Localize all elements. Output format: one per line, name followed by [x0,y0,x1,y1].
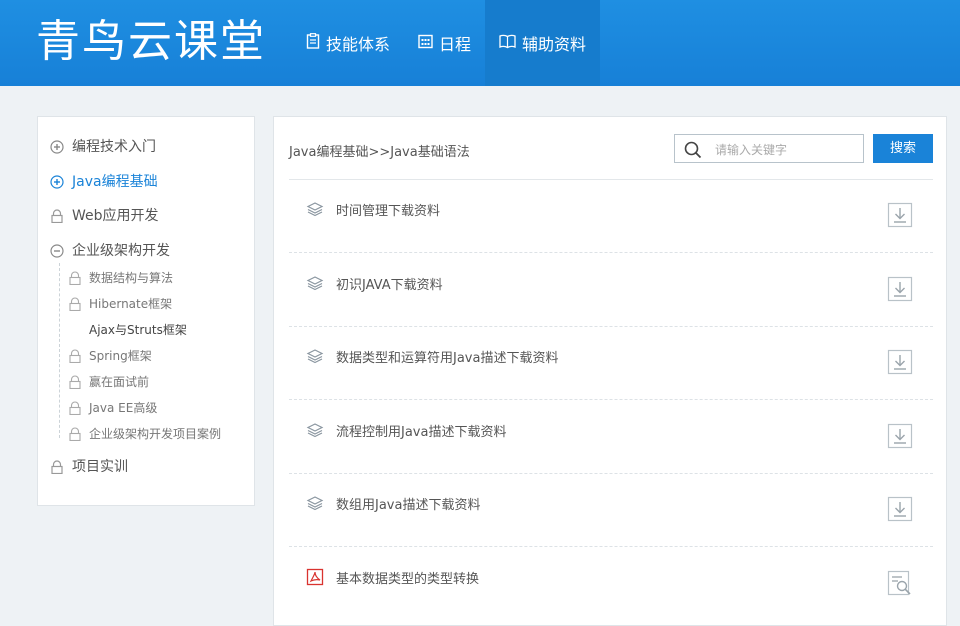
layers-icon [306,421,324,439]
breadcrumb: Java编程基础>>Java基础语法 [289,145,470,160]
layers-icon [306,274,324,292]
sidebar-item-label: Spring框架 [89,348,152,363]
sidebar-item-label: Ajax与Struts框架 [89,322,187,337]
minus-circle-icon [50,243,64,258]
lock-icon [50,459,64,475]
nav-label: 技能体系 [326,35,391,54]
sidebar-item-label: Hibernate框架 [89,296,173,311]
lock-icon [50,208,64,224]
nav-resources[interactable]: 辅助资料 [485,0,601,86]
nav-schedule[interactable]: 日程 [404,0,485,86]
lock-icon [68,374,82,390]
sidebar-subitem-javaee[interactable]: Java EE高级 [38,393,256,421]
sidebar-item-label: Web应用开发 [72,208,159,224]
lock-icon [68,270,82,286]
resource-title[interactable]: 数组用Java描述下载资料 [336,494,480,513]
logo[interactable]: 青鸟云课堂 [36,14,266,70]
resource-title[interactable]: 初识JAVA下载资料 [336,274,443,293]
nav-label: 日程 [439,35,472,54]
sidebar-item-label: 编程技术入门 [72,139,156,155]
sidebar-item-web-dev[interactable]: Web应用开发 [38,201,256,229]
sidebar-item-programming-intro[interactable]: 编程技术入门 [38,132,256,160]
lock-icon [68,426,82,442]
sidebar-item-label: 企业级架构开发项目案例 [89,426,222,441]
sidebar-item-enterprise-arch[interactable]: 企业级架构开发 [38,236,256,264]
resource-row[interactable]: 时间管理下载资料 [289,180,933,253]
sidebar-item-label: Java EE高级 [89,400,158,415]
search-input[interactable] [713,139,857,160]
search-button[interactable]: 搜索 [873,134,933,163]
layers-icon [306,200,324,218]
sidebar-item-java-basics[interactable]: Java编程基础 [38,167,256,195]
document-icon [306,33,326,53]
download-icon[interactable] [887,496,913,522]
resource-title[interactable]: 基本数据类型的类型转换 [336,568,479,587]
calendar-icon [418,34,439,53]
resource-row[interactable]: 数组用Java描述下载资料 [289,474,933,547]
sidebar-subitem-ajax-struts[interactable]: Ajax与Struts框架 [38,315,256,343]
sidebar-item-label: 企业级架构开发 [72,243,170,259]
sidebar-subitem-spring[interactable]: Spring框架 [38,341,256,369]
course-sidebar: 编程技术入门 Java编程基础 Web应用开发 企业级架构开发 数据结构与算法 … [37,116,255,506]
plus-circle-icon [50,139,64,154]
layers-icon [306,494,324,512]
sidebar-item-label: 项目实训 [72,459,128,475]
layers-icon [306,347,324,365]
resource-row[interactable]: 基本数据类型的类型转换 [289,548,933,621]
download-icon[interactable] [887,423,913,449]
sidebar-item-label: 数据结构与算法 [89,270,174,285]
nav-skill-system[interactable]: 技能体系 [292,0,404,86]
sidebar-item-label: 赢在面试前 [89,374,150,389]
lock-icon [68,348,82,364]
resource-row[interactable]: 数据类型和运算符用Java描述下载资料 [289,327,933,400]
sidebar-item-project-training[interactable]: 项目实训 [38,452,256,480]
sidebar-subitem-data-structures[interactable]: 数据结构与算法 [38,263,256,291]
lock-icon [68,296,82,312]
top-header: 青鸟云课堂 技能体系 日程 辅助资料 [0,0,960,86]
resource-panel: Java编程基础>>Java基础语法 搜索 时间管理下载资料初识JAVA下载资料… [273,116,947,626]
resource-title[interactable]: 数据类型和运算符用Java描述下载资料 [336,347,558,366]
book-icon [499,34,522,53]
sidebar-item-label: Java编程基础 [72,174,158,190]
download-icon[interactable] [887,202,913,228]
sidebar-subitem-interview[interactable]: 赢在面试前 [38,367,256,395]
nav-label: 辅助资料 [522,35,587,54]
sidebar-subitem-hibernate[interactable]: Hibernate框架 [38,289,256,317]
sidebar-subitem-enterprise-cases[interactable]: 企业级架构开发项目案例 [38,419,256,447]
main-nav: 技能体系 日程 辅助资料 [292,0,601,86]
resource-row[interactable]: 流程控制用Java描述下载资料 [289,401,933,474]
download-icon[interactable] [887,349,913,375]
lock-icon [68,400,82,416]
search-box [674,134,864,163]
resource-row[interactable]: 初识JAVA下载资料 [289,254,933,327]
resource-title[interactable]: 流程控制用Java描述下载资料 [336,421,506,440]
pdf-icon [306,568,324,586]
download-icon[interactable] [887,276,913,302]
resource-title[interactable]: 时间管理下载资料 [336,200,440,219]
search-icon [684,141,702,159]
plus-circle-icon [50,174,64,189]
preview-icon[interactable] [887,570,913,596]
